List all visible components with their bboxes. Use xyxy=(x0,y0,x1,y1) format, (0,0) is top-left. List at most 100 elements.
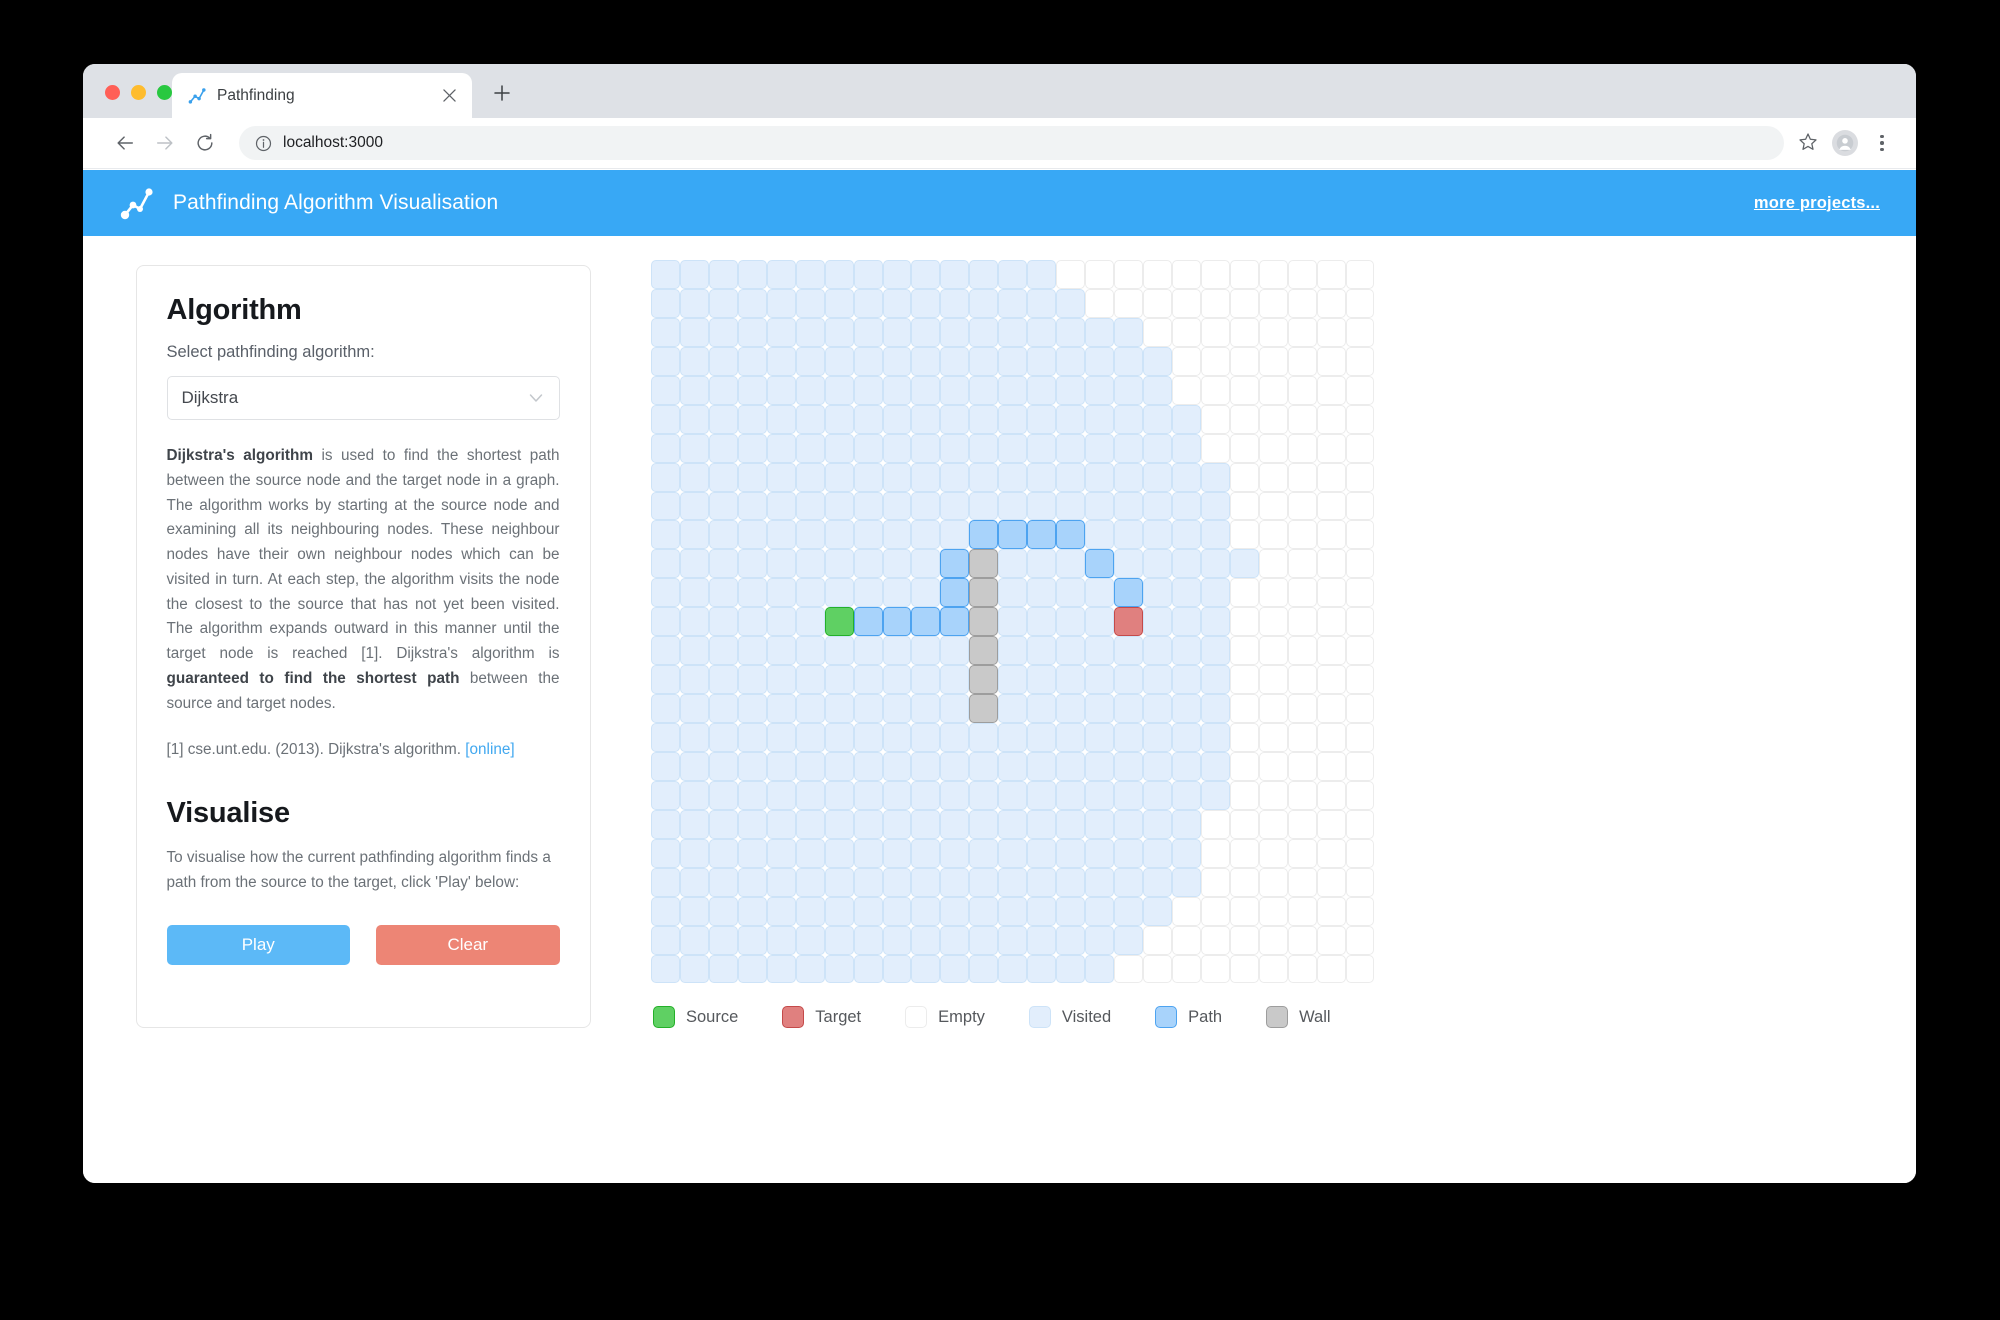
grid-cell-visited[interactable] xyxy=(911,404,941,434)
grid-cell-visited[interactable] xyxy=(1200,520,1230,550)
grid-cell-empty[interactable] xyxy=(1316,896,1346,926)
grid-cell-empty[interactable] xyxy=(1200,404,1230,434)
grid-cell-visited[interactable] xyxy=(795,433,825,463)
grid-cell-visited[interactable] xyxy=(969,491,999,521)
grid-cell-visited[interactable] xyxy=(1056,288,1086,318)
grid-cell-visited[interactable] xyxy=(1171,462,1201,492)
grid-cell-empty[interactable] xyxy=(1316,260,1346,289)
grid-cell-visited[interactable] xyxy=(853,433,883,463)
grid-cell-visited[interactable] xyxy=(679,809,709,839)
grid-cell-visited[interactable] xyxy=(853,694,883,723)
more-projects-link[interactable]: more projects... xyxy=(1754,194,1880,213)
grid-cell-empty[interactable] xyxy=(1229,462,1259,492)
grid-cell-empty[interactable] xyxy=(1345,375,1375,405)
grid-cell-visited[interactable] xyxy=(795,288,825,318)
grid-cell-visited[interactable] xyxy=(1027,491,1057,521)
pathfinding-grid[interactable] xyxy=(651,260,1375,984)
grid-cell-empty[interactable] xyxy=(1287,665,1317,695)
grid-cell-path[interactable] xyxy=(1056,520,1086,550)
grid-cell-empty[interactable] xyxy=(1345,260,1375,289)
grid-cell-visited[interactable] xyxy=(1085,375,1114,405)
grid-cell-visited[interactable] xyxy=(708,607,738,637)
grid-cell-visited[interactable] xyxy=(737,404,767,434)
grid-cell-visited[interactable] xyxy=(998,838,1028,868)
grid-cell-visited[interactable] xyxy=(853,665,883,695)
grid-cell-visited[interactable] xyxy=(1114,317,1143,347)
grid-cell-empty[interactable] xyxy=(1229,346,1259,376)
grid-cell-visited[interactable] xyxy=(766,346,796,376)
grid-cell-visited[interactable] xyxy=(853,780,883,810)
grid-cell-empty[interactable] xyxy=(1171,260,1201,289)
grid-cell-empty[interactable] xyxy=(1142,260,1172,289)
grid-cell-empty[interactable] xyxy=(1258,867,1288,897)
grid-cell-visited[interactable] xyxy=(766,925,796,955)
grid-cell-empty[interactable] xyxy=(1316,954,1346,984)
grid-cell-visited[interactable] xyxy=(853,809,883,839)
grid-cell-visited[interactable] xyxy=(824,665,854,695)
grid-cell-visited[interactable] xyxy=(1142,867,1172,897)
grid-cell-visited[interactable] xyxy=(882,491,912,521)
grid-cell-visited[interactable] xyxy=(969,260,999,289)
grid-cell-visited[interactable] xyxy=(795,462,825,492)
close-icon[interactable] xyxy=(438,85,460,107)
grid-cell-empty[interactable] xyxy=(1345,780,1375,810)
grid-cell-visited[interactable] xyxy=(853,896,883,926)
grid-cell-empty[interactable] xyxy=(1142,317,1172,347)
grid-cell-visited[interactable] xyxy=(766,751,796,781)
grid-cell-visited[interactable] xyxy=(911,809,941,839)
grid-cell-empty[interactable] xyxy=(1316,751,1346,781)
grid-cell-visited[interactable] xyxy=(1142,751,1172,781)
grid-cell-visited[interactable] xyxy=(911,694,941,723)
grid-cell-empty[interactable] xyxy=(1229,404,1259,434)
grid-cell-visited[interactable] xyxy=(824,780,854,810)
grid-cell-visited[interactable] xyxy=(1085,491,1114,521)
grid-cell-visited[interactable] xyxy=(824,317,854,347)
grid-cell-visited[interactable] xyxy=(1171,867,1201,897)
close-window-button[interactable] xyxy=(105,85,120,100)
grid-cell-visited[interactable] xyxy=(1114,549,1143,579)
grid-cell-empty[interactable] xyxy=(1345,404,1375,434)
grid-cell-visited[interactable] xyxy=(679,288,709,318)
grid-cell-visited[interactable] xyxy=(1085,838,1114,868)
grid-cell-empty[interactable] xyxy=(1316,925,1346,955)
grid-cell-visited[interactable] xyxy=(1171,520,1201,550)
grid-cell-visited[interactable] xyxy=(882,809,912,839)
grid-cell-visited[interactable] xyxy=(911,954,941,984)
grid-cell-empty[interactable] xyxy=(1200,375,1230,405)
grid-cell-wall[interactable] xyxy=(969,578,999,608)
grid-cell-visited[interactable] xyxy=(1085,520,1114,550)
grid-cell-visited[interactable] xyxy=(679,954,709,984)
grid-cell-visited[interactable] xyxy=(998,954,1028,984)
grid-cell-empty[interactable] xyxy=(1258,433,1288,463)
grid-cell-visited[interactable] xyxy=(998,549,1028,579)
grid-cell-visited[interactable] xyxy=(1027,404,1057,434)
grid-cell-visited[interactable] xyxy=(1085,954,1114,984)
grid-cell-empty[interactable] xyxy=(1229,578,1259,608)
grid-cell-visited[interactable] xyxy=(1171,751,1201,781)
grid-cell-visited[interactable] xyxy=(651,404,680,434)
grid-cell-visited[interactable] xyxy=(853,867,883,897)
citation-online-link[interactable]: [online] xyxy=(465,741,514,758)
grid-cell-visited[interactable] xyxy=(1085,317,1114,347)
grid-cell-visited[interactable] xyxy=(853,520,883,550)
grid-cell-visited[interactable] xyxy=(1142,780,1172,810)
grid-cell-empty[interactable] xyxy=(1085,288,1114,318)
grid-cell-visited[interactable] xyxy=(651,549,680,579)
grid-cell-visited[interactable] xyxy=(882,723,912,752)
grid-cell-empty[interactable] xyxy=(1200,346,1230,376)
grid-cell-empty[interactable] xyxy=(1287,867,1317,897)
grid-cell-visited[interactable] xyxy=(1056,607,1086,637)
grid-cell-visited[interactable] xyxy=(766,954,796,984)
grid-cell-visited[interactable] xyxy=(795,491,825,521)
three-dots-vertical-icon[interactable] xyxy=(1870,128,1894,158)
grid-cell-visited[interactable] xyxy=(766,723,796,752)
grid-cell-visited[interactable] xyxy=(853,751,883,781)
grid-cell-empty[interactable] xyxy=(1114,288,1143,318)
grid-cell-visited[interactable] xyxy=(940,896,970,926)
grid-cell-visited[interactable] xyxy=(882,694,912,723)
grid-cell-visited[interactable] xyxy=(679,404,709,434)
grid-cell-empty[interactable] xyxy=(1229,607,1259,637)
grid-cell-visited[interactable] xyxy=(651,751,680,781)
grid-cell-visited[interactable] xyxy=(882,925,912,955)
grid-cell-visited[interactable] xyxy=(882,462,912,492)
